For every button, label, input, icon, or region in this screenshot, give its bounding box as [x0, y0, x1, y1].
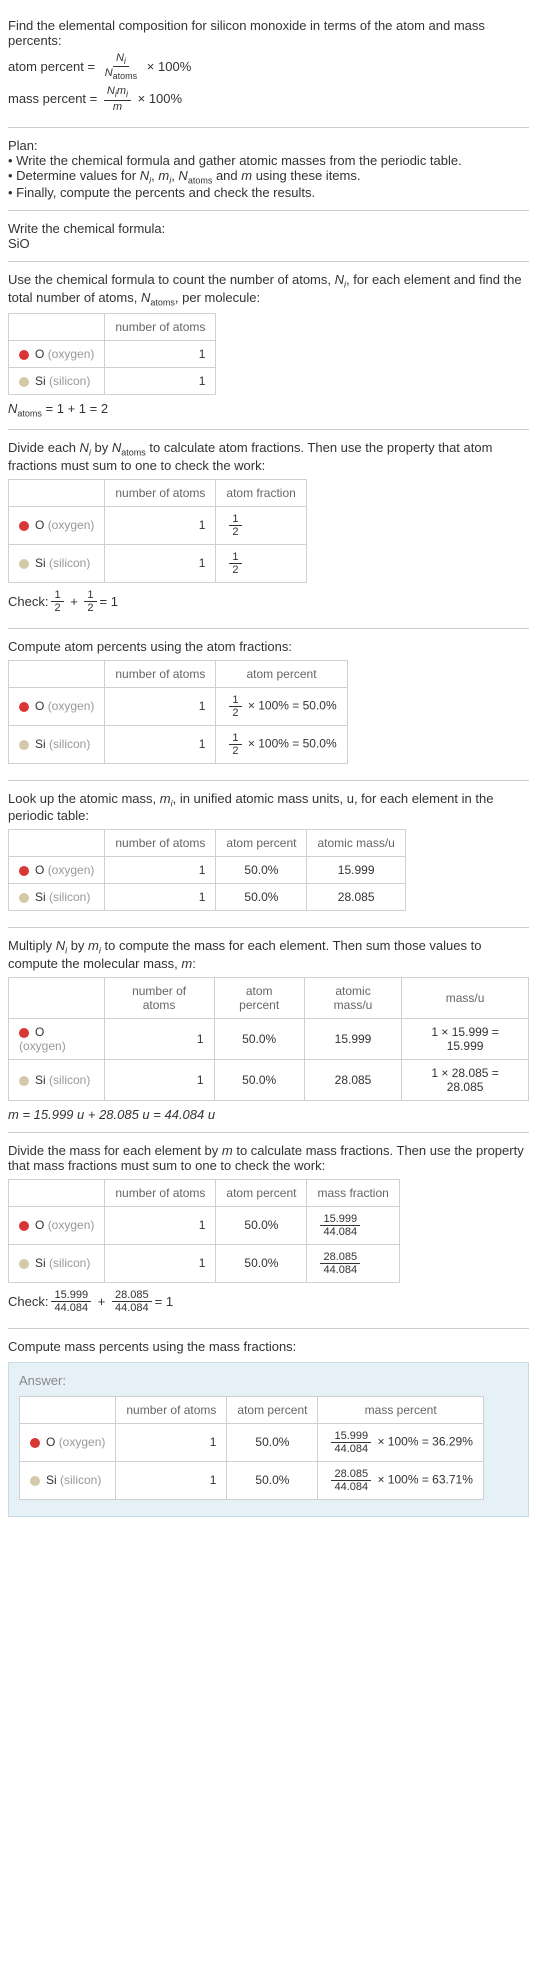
mass-calc-section: Multiply Ni by mi to compute the mass fo…: [8, 928, 529, 1133]
atomic-mass-table: number of atomsatom percentatomic mass/u…: [8, 829, 406, 911]
oxygen-dot-icon: [19, 702, 29, 712]
plan-header: Plan:: [8, 138, 529, 153]
intro-section: Find the elemental composition for silic…: [8, 8, 529, 128]
silicon-dot-icon: [19, 1076, 29, 1086]
atom-count-section: Use the chemical formula to count the nu…: [8, 262, 529, 430]
formula-section: Write the chemical formula: SiO: [8, 211, 529, 262]
mass-percent-formula: mass percent = Nimi m × 100%: [8, 85, 529, 112]
plan-bullet-1: • Write the chemical formula and gather …: [8, 153, 529, 168]
table-row: O (oxygen) 1 50.0% 15.999 1 × 15.999 = 1…: [9, 1018, 529, 1059]
atomic-mass-text: Look up the atomic mass, mi, in unified …: [8, 791, 529, 824]
atom-fraction-check: Check: 12 + 12 = 1: [8, 589, 529, 614]
table-row: Si (silicon) 1 50.0% 28.085 1 × 28.085 =…: [9, 1059, 529, 1100]
plan-section: Plan: • Write the chemical formula and g…: [8, 128, 529, 212]
silicon-dot-icon: [19, 740, 29, 750]
table-row: O (oxygen) 1 50.0% 15.99944.084 × 100% =…: [20, 1423, 484, 1461]
atom-percent-text: Compute atom percents using the atom fra…: [8, 639, 529, 654]
oxygen-dot-icon: [30, 1438, 40, 1448]
silicon-dot-icon: [19, 1259, 29, 1269]
table-row: O (oxygen) 1: [9, 341, 216, 368]
atom-percent-table: number of atomsatom percent O (oxygen) 1…: [8, 660, 348, 764]
intro-text: Find the elemental composition for silic…: [8, 18, 529, 48]
atomic-mass-section: Look up the atomic mass, mi, in unified …: [8, 781, 529, 929]
table-row: Si (silicon) 1 12: [9, 544, 307, 582]
table-row: Si (silicon) 1 50.0% 28.08544.084: [9, 1244, 400, 1282]
atom-count-table: number of atoms O (oxygen) 1 Si (silicon…: [8, 313, 216, 395]
chemical-formula: SiO: [8, 236, 529, 251]
table-row: Si (silicon) 1 50.0% 28.085: [9, 884, 406, 911]
mass-percent-text: Compute mass percents using the mass fra…: [8, 1339, 529, 1354]
table-row: O (oxygen) 1 50.0% 15.99944.084: [9, 1206, 400, 1244]
mass-calc-text: Multiply Ni by mi to compute the mass fo…: [8, 938, 529, 971]
mass-calc-table: number of atomsatom percentatomic mass/u…: [8, 977, 529, 1101]
table-row: Si (silicon) 1 50.0% 28.08544.084 × 100%…: [20, 1461, 484, 1499]
plan-bullet-2: • Determine values for Ni, mi, Natoms an…: [8, 168, 529, 186]
molecular-mass: m = 15.999 u + 28.085 u = 44.084 u: [8, 1107, 529, 1122]
mass-fraction-table: number of atomsatom percentmass fraction…: [8, 1179, 400, 1283]
mass-fraction-text: Divide the mass for each element by m to…: [8, 1143, 529, 1173]
plan-bullet-3: • Finally, compute the percents and chec…: [8, 185, 529, 200]
oxygen-dot-icon: [19, 521, 29, 531]
table-row: O (oxygen) 1 12 × 100% = 50.0%: [9, 687, 348, 725]
answer-box: Answer: number of atomsatom percentmass …: [8, 1362, 529, 1517]
silicon-dot-icon: [19, 377, 29, 387]
answer-table: number of atomsatom percentmass percent …: [19, 1396, 484, 1500]
silicon-dot-icon: [19, 893, 29, 903]
oxygen-dot-icon: [19, 350, 29, 360]
atom-fraction-text: Divide each Ni by Natoms to calculate at…: [8, 440, 529, 473]
natoms-total: Natoms = 1 + 1 = 2: [8, 401, 529, 419]
silicon-dot-icon: [19, 559, 29, 569]
atom-fraction-table: number of atomsatom fraction O (oxygen) …: [8, 479, 307, 583]
oxygen-dot-icon: [19, 1221, 29, 1231]
table-row: O (oxygen) 1 50.0% 15.999: [9, 857, 406, 884]
atom-count-text: Use the chemical formula to count the nu…: [8, 272, 529, 307]
atom-percent-section: Compute atom percents using the atom fra…: [8, 629, 529, 781]
table-row: O (oxygen) 1 12: [9, 506, 307, 544]
mass-fraction-check: Check: 15.99944.084 + 28.08544.084 = 1: [8, 1289, 529, 1314]
table-row: Si (silicon) 1: [9, 368, 216, 395]
mass-fraction-section: Divide the mass for each element by m to…: [8, 1133, 529, 1329]
mass-percent-section: Compute mass percents using the mass fra…: [8, 1329, 529, 1527]
answer-label: Answer:: [19, 1373, 518, 1388]
formula-label: Write the chemical formula:: [8, 221, 529, 236]
silicon-dot-icon: [30, 1476, 40, 1486]
oxygen-dot-icon: [19, 866, 29, 876]
atom-percent-formula: atom percent = Ni Natoms × 100%: [8, 52, 529, 81]
table-row: Si (silicon) 1 12 × 100% = 50.0%: [9, 725, 348, 763]
atom-fraction-section: Divide each Ni by Natoms to calculate at…: [8, 430, 529, 629]
oxygen-dot-icon: [19, 1028, 29, 1038]
